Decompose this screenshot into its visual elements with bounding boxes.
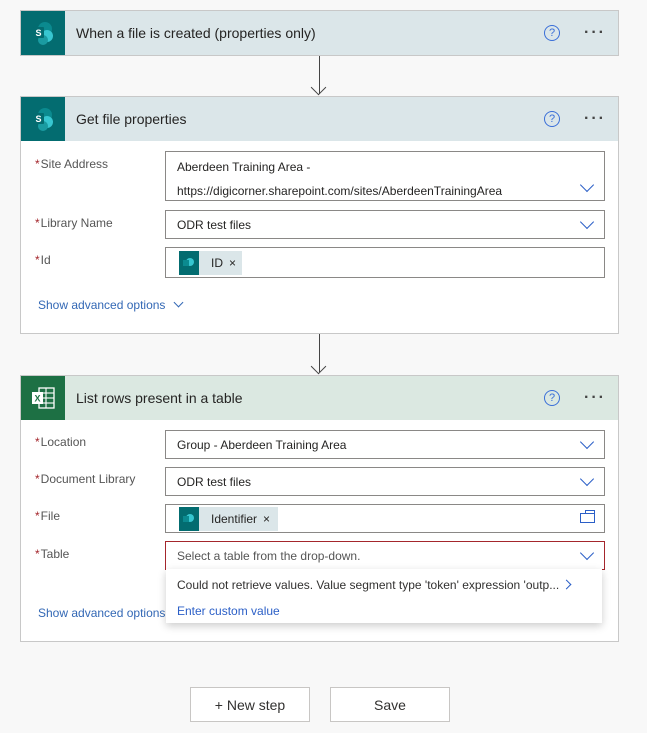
document-library-dropdown[interactable]: ODR test files [165,467,605,496]
chevron-down-icon[interactable] [579,434,595,450]
library-name-label: *Library Name [35,216,113,230]
error-message-item[interactable]: Could not retrieve values. Value segment… [177,578,587,592]
more-options-icon[interactable]: ··· [584,24,606,42]
show-advanced-options-link[interactable]: Show advanced options [38,606,165,620]
svg-text:X: X [34,394,40,404]
table-dropdown[interactable]: Select a table from the drop-down. [165,541,605,570]
list-rows-header[interactable]: X List rows present in a table ? ··· [21,376,618,420]
folder-picker-icon[interactable] [580,510,595,523]
table-label: *Table [35,547,70,561]
site-address-label: *Site Address [35,157,109,171]
sharepoint-icon [179,507,199,531]
excel-icon: X [21,376,65,420]
help-icon[interactable]: ? [544,25,561,41]
library-name-dropdown[interactable]: ODR test files [165,210,605,239]
sharepoint-icon: S [21,97,65,141]
id-input[interactable]: ID × [165,247,605,278]
dynamic-content-token[interactable]: Identifier × [179,507,279,531]
location-dropdown[interactable]: Group - Aberdeen Training Area [165,430,605,459]
get-file-properties-title: Get file properties [76,111,187,127]
site-address-dropdown[interactable]: Aberdeen Training Area - https://digicor… [165,151,605,201]
chevron-down-icon[interactable] [579,177,595,193]
chevron-down-icon [173,297,184,308]
chevron-down-icon[interactable] [579,471,595,487]
svg-text:S: S [35,114,41,124]
table-dropdown-menu: Could not retrieve values. Value segment… [166,569,602,623]
list-rows-title: List rows present in a table [76,390,243,406]
trigger-header[interactable]: S When a file is created (properties onl… [21,11,618,55]
help-icon[interactable]: ? [544,390,561,406]
more-options-icon[interactable]: ··· [584,110,606,128]
chevron-down-icon[interactable] [579,214,595,230]
help-icon[interactable]: ? [544,111,561,127]
show-advanced-options-link[interactable]: Show advanced options [38,297,184,312]
get-file-properties-header[interactable]: S Get file properties ? ··· [21,97,618,141]
remove-token-icon[interactable]: × [229,256,236,270]
new-step-button[interactable]: + New step [190,687,310,722]
sharepoint-icon: S [21,11,65,55]
chevron-down-icon[interactable] [579,545,595,561]
arrow-down-icon [310,79,327,96]
document-library-label: *Document Library [35,472,136,486]
trigger-title: When a file is created (properties only) [76,25,316,41]
location-label: *Location [35,435,87,449]
svg-text:S: S [35,28,41,38]
id-label: *Id [35,253,51,267]
enter-custom-value-item[interactable]: Enter custom value [177,604,280,618]
get-file-properties-card: S Get file properties ? ··· *Site Addres… [20,96,619,334]
arrow-down-icon [310,358,327,375]
save-button[interactable]: Save [330,687,450,722]
remove-token-icon[interactable]: × [263,512,270,526]
sharepoint-icon [179,251,199,275]
file-input[interactable]: Identifier × [165,504,605,533]
more-options-icon[interactable]: ··· [584,389,606,407]
dynamic-content-token[interactable]: ID × [179,251,243,275]
file-label: *File [35,509,61,523]
trigger-card[interactable]: S When a file is created (properties onl… [20,10,619,56]
